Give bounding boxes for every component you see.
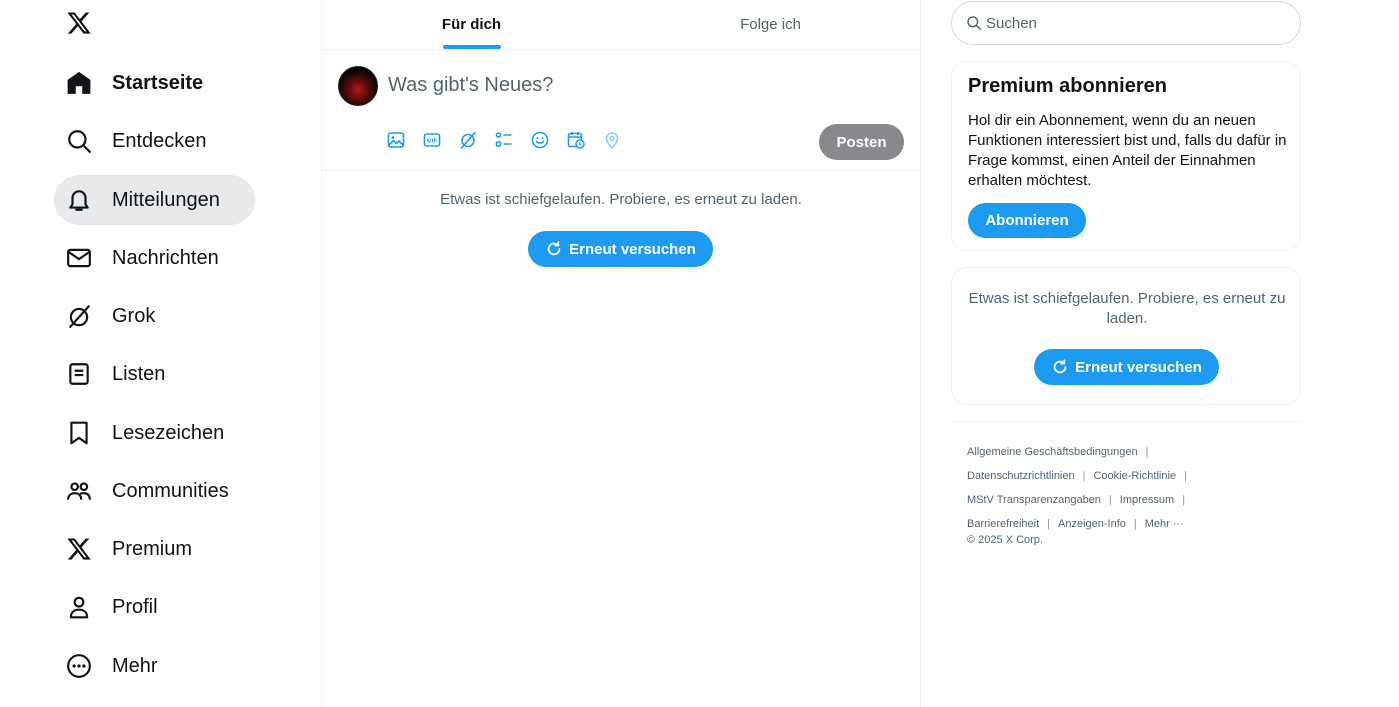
post-composer: Was gibt's Neues? GIF Posten — [322, 50, 920, 171]
footer-link-cookies[interactable]: Cookie-Richtlinie — [1093, 470, 1176, 482]
avatar[interactable] — [338, 66, 378, 106]
footer-separator: | — [1184, 470, 1187, 482]
nav-label-premium: Premium — [112, 537, 193, 560]
tab-for-you[interactable]: Für dich — [322, 0, 621, 49]
sidebar-retry-label: Erneut versuchen — [1075, 358, 1202, 376]
bookmark-icon — [66, 420, 92, 446]
nav-item-bookmarks[interactable]: Lesezeichen — [54, 408, 252, 458]
sidebar-error-card: Etwas ist schiefgelaufen. Probiere, es e… — [951, 267, 1301, 405]
nav-label-home: Startseite — [112, 71, 204, 94]
tab-label-following: Folge ich — [740, 16, 801, 33]
bell-icon — [66, 187, 92, 213]
nav-label-messages: Nachrichten — [112, 246, 219, 269]
nav-item-profile[interactable]: Profil — [54, 582, 186, 632]
search-input[interactable] — [986, 14, 1286, 32]
schedule-icon[interactable] — [566, 130, 586, 150]
search-icon — [967, 16, 982, 31]
nav-item-notifications[interactable]: Mitteilungen — [54, 175, 255, 225]
nav-item-more[interactable]: Mehr — [54, 641, 186, 691]
timeline-retry-button[interactable]: Erneut versuchen — [528, 231, 713, 267]
footer-link-transparency[interactable]: MStV Transparenzangaben — [967, 494, 1101, 506]
footer-separator: | — [1182, 494, 1186, 506]
list-icon — [66, 361, 92, 387]
grok-icon — [66, 303, 92, 329]
footer-separator: | — [1082, 470, 1086, 482]
nav-item-explore[interactable]: Entdecken — [54, 116, 235, 166]
timeline-tabs: Für dich Folge ich — [322, 0, 920, 50]
tab-following[interactable]: Folge ich — [621, 0, 920, 49]
retry-label: Erneut versuchen — [569, 240, 696, 258]
nav-item-home[interactable]: Startseite — [54, 58, 231, 108]
footer-link-imprint[interactable]: Impressum — [1120, 494, 1174, 506]
search-icon — [66, 128, 92, 154]
envelope-icon — [66, 245, 92, 271]
nav-label-communities: Communities — [112, 479, 229, 502]
tab-label-for-you: Für dich — [441, 16, 502, 33]
footer-separator: | — [1133, 518, 1137, 530]
gif-icon[interactable]: GIF — [422, 130, 442, 150]
footer-link-ads-info[interactable]: Anzeigen-Info — [1058, 518, 1126, 530]
main-column: Für dich Folge ich Was gibt's Neues? GIF — [322, 0, 921, 707]
premium-title: Premium abonnieren — [968, 75, 1167, 97]
footer-separator: | — [1145, 446, 1149, 458]
nav-label-grok: Grok — [112, 304, 156, 327]
nav-label-lists: Listen — [112, 362, 166, 385]
image-icon[interactable] — [386, 130, 406, 150]
footer-link-more[interactable]: Mehr ··· — [1145, 518, 1184, 530]
location-icon — [602, 130, 622, 150]
nav-label-bookmarks: Lesezeichen — [112, 421, 225, 444]
footer-divider — [951, 421, 1301, 422]
emoji-icon[interactable] — [530, 130, 550, 150]
profile-icon — [66, 594, 92, 620]
svg-text:GIF: GIF — [427, 138, 438, 144]
footer: Allgemeine Geschäftsbedingungen | Datens… — [967, 440, 1297, 548]
nav-item-grok[interactable]: Grok — [54, 291, 183, 341]
x-logo-icon[interactable] — [66, 10, 94, 38]
poll-icon[interactable] — [494, 130, 514, 150]
subscribe-button[interactable]: Abonnieren — [968, 203, 1086, 238]
x-logo-icon — [66, 536, 92, 562]
post-button[interactable]: Posten — [819, 124, 904, 160]
footer-link-terms[interactable]: Allgemeine Geschäftsbedingungen — [967, 446, 1138, 458]
search-box[interactable] — [951, 1, 1301, 45]
nav-label-profile: Profil — [112, 595, 158, 618]
nav-label-more: Mehr — [112, 654, 158, 677]
left-navigation: Startseite Entdecken Mitteilungen Nachri… — [0, 0, 322, 707]
timeline-error-message: Etwas ist schiefgelaufen. Probiere, es e… — [440, 191, 802, 208]
right-sidebar: Premium abonnieren Hol dir ein Abonnemen… — [951, 0, 1301, 707]
footer-link-accessibility[interactable]: Barrierefreiheit — [967, 518, 1039, 530]
nav-item-lists[interactable]: Listen — [54, 349, 193, 399]
nav-label-notifications: Mitteilungen — [112, 188, 220, 211]
premium-description: Hol dir ein Abonnement, wenn du an neuen… — [968, 112, 1287, 189]
refresh-icon — [547, 241, 561, 256]
composer-toolbar: GIF — [386, 130, 622, 150]
nav-label-explore: Entdecken — [112, 129, 207, 152]
premium-card: Premium abonnieren Hol dir ein Abonnemen… — [951, 61, 1301, 251]
sidebar-error-message: Etwas ist schiefgelaufen. Probiere, es e… — [968, 290, 1286, 327]
nav-item-messages[interactable]: Nachrichten — [54, 233, 247, 283]
communities-icon — [66, 478, 92, 504]
home-icon — [66, 70, 92, 96]
copyright: © 2025 X Corp. — [967, 534, 1043, 546]
footer-link-privacy[interactable]: Datenschutzrichtlinien — [967, 470, 1075, 482]
grok-icon[interactable] — [458, 130, 478, 150]
more-icon — [66, 653, 92, 679]
composer-input[interactable]: Was gibt's Neues? — [388, 74, 553, 97]
refresh-icon — [1053, 359, 1067, 374]
nav-item-communities[interactable]: Communities — [54, 466, 257, 516]
footer-separator: | — [1108, 494, 1112, 506]
nav-item-premium[interactable]: Premium — [54, 524, 220, 574]
sidebar-retry-button[interactable]: Erneut versuchen — [1034, 349, 1219, 385]
footer-separator: | — [1047, 518, 1050, 530]
active-tab-indicator — [442, 45, 501, 49]
